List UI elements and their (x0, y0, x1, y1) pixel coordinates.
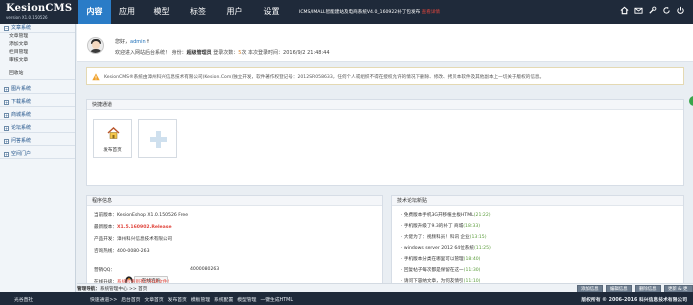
info-row-qq: 营销QQ： (94, 268, 116, 273)
news-item[interactable]: · 手机版升级了9.3的补丁 商城(18:33) (401, 223, 480, 229)
top-icons (620, 6, 685, 15)
home-icon[interactable] (620, 6, 629, 15)
info-row-current: 当前版本：KesionEshop X1.0.150526 Free (94, 213, 189, 218)
sidebar-group-forum[interactable]: + 论坛系统 (0, 124, 75, 133)
footer-link[interactable]: 模板管理 (191, 296, 210, 303)
power-icon[interactable] (676, 6, 685, 15)
logins-label: 登录次数： (213, 50, 239, 56)
news-item[interactable]: · windows server 2012 64位系统(11:25) (401, 245, 491, 251)
collapse-icon[interactable]: − (4, 25, 9, 31)
expand-icon[interactable]: + (4, 138, 9, 144)
quick-publish-home[interactable]: 发布首页 (93, 119, 132, 158)
qq-number: 4000080263 (190, 267, 220, 272)
footer-copyright: 版权所有 © 2006-2016 科兴信息技术有限公司 (581, 298, 687, 303)
quick-add-shortcut[interactable] (138, 119, 177, 158)
last-login-time: 2016/9/2 21:48:44 (283, 50, 330, 56)
side-widget-tab[interactable] (689, 96, 693, 106)
sidebar-group-label: 论坛系统 (11, 124, 32, 131)
ticker-link[interactable]: 查看详情 (422, 10, 440, 15)
sidebar-group-label: 图片系统 (11, 85, 32, 92)
quick-access-panel: 快捷通道 发布首页 (86, 99, 684, 186)
news-item[interactable]: · 大佬为了：视频科员！科讯 企业(13:15) (401, 234, 487, 240)
tab-tags[interactable]: 标签 (180, 0, 216, 24)
sidebar-group-articles[interactable]: − 文章系统 (0, 24, 75, 33)
footer-left-text: 光谷直社 (14, 298, 34, 303)
info-row-latest: 最新版本：X1.5.160902.Release (94, 225, 172, 230)
brand-name: KesionCMS (6, 3, 73, 14)
sidebar-item-recycle[interactable]: 回收站 (0, 70, 75, 80)
tab-settings[interactable]: 设置 (253, 0, 290, 24)
user-panel: 您好，admin↑ 欢迎进入网站后台系统！ 身份：超级管理员 登录次数：5次 本… (77, 24, 693, 62)
sidebar-item-column-manage[interactable]: 栏目管理 (0, 49, 75, 57)
sidebar-group-images[interactable]: + 图片系统 (0, 85, 75, 94)
user-greeting: 您好，admin↑ 欢迎进入网站后台系统！ 身份：超级管理员 登录次数：5次 本… (115, 39, 330, 56)
home-icon (107, 127, 120, 139)
logo: KesionCMS version X1.0.150526 (6, 3, 72, 20)
expand-icon[interactable]: + (4, 112, 9, 118)
role-label: 身份： (171, 50, 187, 56)
notice-text: KesionCMS®系统由漳州科兴信息技术有限公司(Kesion.Com)独立开… (104, 75, 545, 80)
greeting-hello: 您好， (115, 39, 131, 45)
tools-icon[interactable] (648, 6, 657, 15)
sidebar-group-qa[interactable]: + 问答系统 (0, 137, 75, 146)
sidebar-group-shop[interactable]: + 商城系统 (0, 111, 75, 120)
tab-apps[interactable]: 应用 (111, 0, 143, 24)
update-ticker[interactable]: ICMS/IMALL智能建站及电商系统V4.0_160922补丁包发布 查看详情 (299, 9, 440, 15)
sidebar-item-article-manage[interactable]: 文章管理 (0, 33, 75, 41)
footer-link[interactable]: 后台首页 (121, 296, 140, 303)
info-row-developer: 产品开发：漳州科兴信息技术有限公司 (94, 237, 173, 242)
sidebar: − 文章系统 文章管理 添加文章 栏目管理 审核文章 回收站 + 图片系统 + … (0, 24, 76, 292)
warning-icon (92, 73, 100, 81)
sidebar-item-add-article[interactable]: 添加文章 (0, 41, 75, 49)
main-content: 您好，admin↑ 欢迎进入网站后台系统！ 身份：超级管理员 登录次数：5次 本… (77, 24, 693, 292)
tab-content[interactable]: 内容 (78, 0, 111, 24)
refresh-icon[interactable] (662, 6, 671, 15)
sidebar-group-label: 文章系统 (11, 24, 32, 31)
footer-link[interactable]: 一键生成HTML (260, 296, 293, 303)
news-item[interactable]: · 手机版本分类在哪里可以管理(18:40) (401, 256, 480, 262)
sidebar-group-label: 问答系统 (11, 137, 32, 144)
welcome-text: 欢迎进入网站后台系统！ (115, 50, 171, 56)
bottom-toolbar: 管理导航：系统管理中心 >> 首页 添加信息 编辑信息 删除信息 更新 & 更新 (77, 283, 693, 300)
footer-quick-links: 快速通道>> 后台首页 文章首页 发布首页 模板管理 系统配置 模型管理 一键生… (90, 296, 293, 303)
forum-news-title: 技术论坛新贴 (392, 196, 683, 206)
role-value: 超级管理员 (186, 50, 212, 56)
expand-icon[interactable]: + (4, 125, 9, 131)
footer-link[interactable]: 文章首页 (144, 296, 163, 303)
ticker-text: ICMS/IMALL智能建站及电商系统V4.0_160922补丁包发布 (299, 10, 421, 15)
program-info-title: 程序信息 (87, 196, 382, 206)
footer-link[interactable]: 发布首页 (168, 296, 187, 303)
expand-icon[interactable]: + (4, 86, 9, 92)
copyright-notice: KesionCMS®系统由漳州科兴信息技术有限公司(Kesion.Com)独立开… (86, 67, 684, 85)
sidebar-group-label: 空间门户 (11, 150, 32, 157)
mail-icon[interactable] (634, 6, 643, 15)
sidebar-item-review-article[interactable]: 审核文章 (0, 57, 75, 65)
expand-icon[interactable]: + (4, 151, 9, 157)
program-info-panel: 程序信息 当前版本：KesionEshop X1.0.150526 Free 最… (86, 195, 383, 289)
last-login-label: 次 本次登录时间： (241, 50, 284, 56)
sidebar-group-label: 商城系统 (11, 111, 32, 118)
plus-icon (150, 131, 167, 148)
avatar (87, 37, 104, 54)
top-bar: KesionCMS version X1.0.150526 内容 应用 模型 标… (0, 0, 693, 24)
username-link[interactable]: admin (130, 39, 146, 45)
quick-access-title: 快捷通道 (87, 100, 683, 110)
sidebar-group-downloads[interactable]: + 下载系统 (0, 98, 75, 107)
info-row-hotline: 咨询热线：400-0080-263 (94, 249, 150, 254)
sidebar-group-label: 下载系统 (11, 98, 32, 105)
sidebar-group-space[interactable]: + 空间门户 (0, 150, 75, 159)
quick-item-label: 发布首页 (103, 148, 122, 153)
footer-link[interactable]: 模型管理 (237, 296, 256, 303)
expand-icon[interactable]: + (4, 99, 9, 105)
forum-news-panel: 技术论坛新贴 · 免费版本手机3G开移植主板HTML(21:22) · 手机版升… (391, 195, 684, 289)
footer: 光谷直社 快速通道>> 后台首页 文章首页 发布首页 模板管理 系统配置 模型管… (0, 292, 693, 305)
tab-models[interactable]: 模型 (143, 0, 180, 24)
news-item[interactable]: · 回复帖子每次都是保留在这一(11:30) (401, 267, 480, 273)
footer-link: 快速通道>> (90, 298, 118, 303)
version-label: version X1.0.150526 (6, 15, 48, 20)
footer-link[interactable]: 系统配置 (214, 296, 233, 303)
news-item[interactable]: · 免费版本手机3G开移植主板HTML(21:22) (401, 212, 491, 218)
tab-users[interactable]: 用户 (216, 0, 253, 24)
